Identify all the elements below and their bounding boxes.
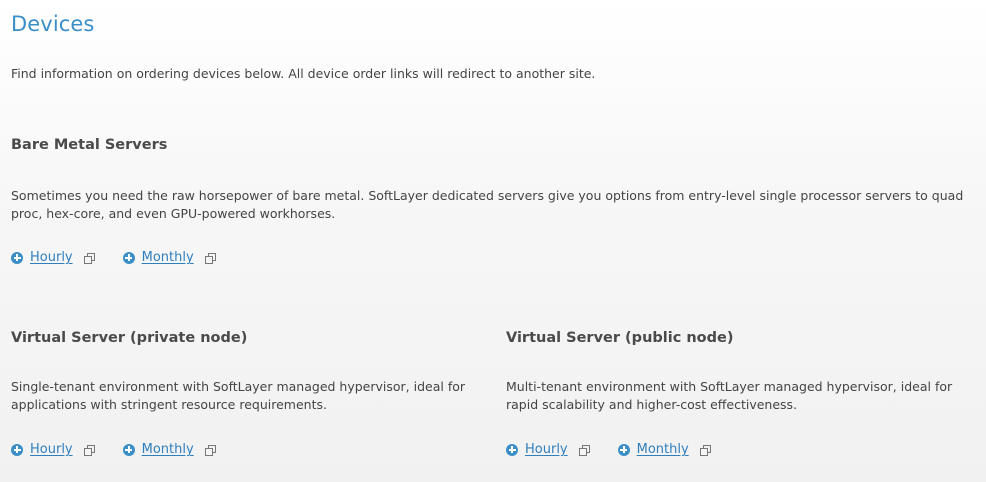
section-description: Multi-tenant environment with SoftLayer … <box>506 379 953 412</box>
external-link-icon <box>699 445 711 456</box>
link-label[interactable]: Hourly <box>30 250 73 265</box>
external-link-icon <box>83 445 95 456</box>
external-link-icon <box>83 253 95 264</box>
link-label[interactable]: Monthly <box>142 250 194 265</box>
external-link-icon <box>204 253 216 264</box>
section-description: Sometimes you need the raw horsepower of… <box>11 188 964 221</box>
link-label[interactable]: Hourly <box>30 442 73 457</box>
plus-circle-icon <box>506 443 518 456</box>
plus-circle-icon <box>11 443 23 456</box>
section-title: Virtual Server (private node) <box>11 330 248 346</box>
page-title: Devices <box>11 12 95 36</box>
external-link-icon <box>578 445 590 456</box>
link-label[interactable]: Monthly <box>637 442 689 457</box>
link-label[interactable]: Hourly <box>525 442 568 457</box>
plus-circle-icon <box>11 251 23 264</box>
section-virtual-server-public-node: Virtual Server (public node) Multi-tenan… <box>506 330 981 457</box>
hourly-order-link[interactable]: Hourly <box>11 442 95 457</box>
section-title: Virtual Server (public node) <box>506 330 734 346</box>
external-link-icon <box>204 445 216 456</box>
monthly-order-link[interactable]: Monthly <box>122 442 216 457</box>
order-links: Hourly Monthly <box>11 250 976 265</box>
section-virtual-server-private-node: Virtual Server (private node) Single-ten… <box>11 330 471 457</box>
link-label[interactable]: Monthly <box>142 442 194 457</box>
section-bare-metal-servers: Bare Metal Servers Sometimes you need th… <box>11 137 976 265</box>
plus-circle-icon <box>617 443 630 456</box>
section-title: Bare Metal Servers <box>11 137 168 153</box>
page-intro: Find information on ordering devices bel… <box>11 66 596 81</box>
monthly-order-link[interactable]: Monthly <box>122 250 216 265</box>
plus-circle-icon <box>122 251 135 264</box>
plus-circle-icon <box>122 443 135 456</box>
order-links: Hourly Monthly <box>11 442 471 457</box>
section-description: Single-tenant environment with SoftLayer… <box>11 379 466 412</box>
monthly-order-link[interactable]: Monthly <box>617 442 711 457</box>
hourly-order-link[interactable]: Hourly <box>506 442 590 457</box>
hourly-order-link[interactable]: Hourly <box>11 250 95 265</box>
order-links: Hourly Monthly <box>506 442 981 457</box>
